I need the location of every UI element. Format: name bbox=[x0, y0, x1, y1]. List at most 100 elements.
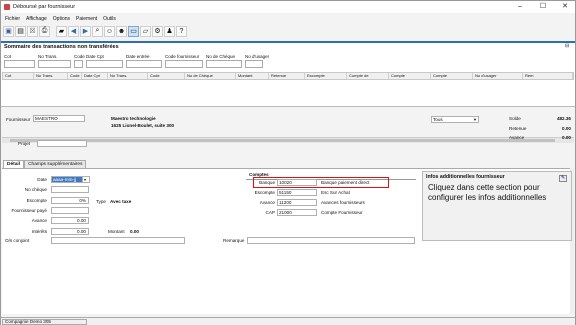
compte-cap-desc: Compte Fournisseur bbox=[321, 210, 363, 215]
col-no-usager[interactable]: No d'usager bbox=[473, 73, 523, 79]
detail-avance-input[interactable]: 0.00 bbox=[51, 217, 89, 224]
users-group-icon[interactable]: ♟ bbox=[164, 25, 175, 37]
os-conjoint-input[interactable] bbox=[51, 237, 185, 244]
maximize-button[interactable]: ☐ bbox=[534, 2, 552, 12]
filter-cot-input[interactable] bbox=[4, 60, 35, 68]
project-input[interactable] bbox=[37, 140, 87, 147]
col-retenue[interactable]: Retenue bbox=[269, 73, 305, 79]
forward-icon[interactable]: ▶ bbox=[80, 25, 91, 37]
solde-label: Solde bbox=[509, 116, 521, 121]
compte-escompte-label: Escompte bbox=[254, 190, 275, 195]
avance-label: Avance bbox=[509, 135, 525, 140]
escompte-label: Escompte bbox=[26, 198, 47, 203]
col-compte[interactable]: Compte bbox=[389, 73, 431, 79]
menu-options[interactable]: Options bbox=[49, 15, 72, 23]
chevron-down-icon: ▼ bbox=[473, 117, 477, 122]
settings-icon[interactable]: ⚙ bbox=[152, 25, 163, 37]
print-icon[interactable]: ⎙ bbox=[39, 25, 50, 37]
tab-champs-supplementaires[interactable]: Champs supplémentaires bbox=[24, 160, 87, 168]
filter-code-input[interactable] bbox=[74, 60, 83, 68]
menu-paiement[interactable]: Paiement bbox=[72, 15, 99, 23]
scroll-thumb[interactable] bbox=[10, 139, 555, 142]
filter-no-trans-input[interactable] bbox=[38, 60, 71, 68]
remarque-label: Remarque bbox=[223, 238, 245, 243]
col-cot[interactable]: Cot bbox=[3, 73, 34, 79]
col-code[interactable]: Code bbox=[68, 73, 82, 79]
filter-label-no-cheque: No de Chèque bbox=[206, 54, 236, 59]
menu-affichage[interactable]: Affichage bbox=[22, 15, 49, 23]
detail-avance-label: Avance bbox=[31, 218, 47, 223]
filter-label-code-fournisseur: Code fournisseur bbox=[165, 54, 200, 59]
col-escompte[interactable]: Escompte bbox=[305, 73, 347, 79]
delete-icon[interactable]: ☒ bbox=[27, 25, 38, 37]
filter-label-date-cpt: Date Cpt bbox=[86, 54, 104, 59]
back-icon[interactable]: ◀ bbox=[68, 25, 79, 37]
col-compte-2[interactable]: Compte bbox=[431, 73, 473, 79]
compte-avance-label: Avance bbox=[259, 200, 275, 205]
filter-date-entree-input[interactable] bbox=[126, 60, 162, 68]
floppy-icon[interactable]: ▣ bbox=[3, 25, 14, 37]
filter-date-cpt-input[interactable] bbox=[86, 60, 123, 68]
folder-icon[interactable]: ▭ bbox=[128, 25, 139, 37]
col-code-2[interactable]: Code bbox=[148, 73, 185, 79]
supplier-label: Fournisseur bbox=[6, 117, 31, 122]
app-icon bbox=[4, 4, 10, 10]
col-no-trans-2[interactable]: No Trans. bbox=[108, 73, 148, 79]
filter-label-cot: Cot bbox=[4, 54, 12, 59]
new-doc-icon[interactable]: ▤ bbox=[15, 25, 26, 37]
app-window: Déboursé par fournisseur – ☐ ✕ Fichier A… bbox=[0, 0, 576, 325]
escompte-input[interactable]: 0% bbox=[51, 197, 89, 204]
infos-title: Infos additionnelles fournisseur bbox=[426, 174, 505, 180]
fournisseur-paye-label: Fournisseur payé bbox=[11, 208, 48, 213]
calendar-icon[interactable]: ▾ bbox=[82, 176, 90, 183]
supplier-code-input[interactable]: MAESTRO bbox=[33, 115, 85, 122]
retenue-value: 0.00 bbox=[562, 126, 571, 131]
cheque-label: No chèque bbox=[24, 187, 47, 192]
compte-avance-input[interactable]: 11200 bbox=[277, 199, 317, 206]
tab-bar: Détail Champs supplémentaires bbox=[3, 160, 87, 168]
cheque-input[interactable] bbox=[51, 186, 89, 193]
briefcase-icon[interactable]: ▰ bbox=[56, 25, 67, 37]
help-icon[interactable]: ? bbox=[176, 25, 187, 37]
filter-no-usager-input[interactable] bbox=[245, 60, 263, 68]
interets-input[interactable]: 0.00 bbox=[51, 228, 89, 235]
col-rem[interactable]: Rem bbox=[523, 73, 573, 79]
compte-escompte-desc: Esc Sur Achat bbox=[321, 190, 350, 195]
filter-dropdown[interactable]: Tous ▼ bbox=[431, 116, 479, 123]
filter-no-cheque-input[interactable] bbox=[206, 60, 242, 68]
horizontal-scrollbar[interactable] bbox=[2, 137, 574, 143]
infos-additionnelles-panel[interactable]: Infos additionnelles fournisseur ✎ Cliqu… bbox=[422, 171, 572, 241]
tab-detail[interactable]: Détail bbox=[3, 160, 25, 168]
filter-label-no-usager: No d'usager bbox=[245, 54, 270, 59]
menu-fichier[interactable]: Fichier bbox=[1, 15, 22, 23]
user-icon[interactable]: ☺ bbox=[104, 25, 115, 37]
edit-icon[interactable]: ✎ bbox=[559, 175, 567, 182]
users-icon[interactable]: ☻ bbox=[116, 25, 127, 37]
avance-value: 0.00 bbox=[562, 135, 571, 140]
col-date-cpt[interactable]: Date Cpt bbox=[82, 73, 108, 79]
menu-outils[interactable]: Outils bbox=[99, 15, 118, 23]
col-no-trans[interactable]: No Trans. bbox=[34, 73, 68, 79]
filter-code-fournisseur-input[interactable] bbox=[165, 60, 203, 68]
compte-cap-input[interactable]: 21000 bbox=[277, 209, 317, 216]
filter-dropdown-value: Tous bbox=[433, 117, 443, 122]
minimize-button[interactable]: – bbox=[511, 2, 529, 12]
compte-escompte-input[interactable]: 51150 bbox=[277, 189, 317, 196]
remarque-input[interactable] bbox=[247, 237, 415, 244]
type-label: Type bbox=[96, 199, 106, 204]
status-bar: Compagnie Demo 305 bbox=[1, 317, 575, 325]
col-compte-de[interactable]: Compte de bbox=[347, 73, 389, 79]
interets-label: Intérêts bbox=[31, 229, 47, 234]
company-status: Compagnie Demo 305 bbox=[2, 319, 87, 325]
open-folder-icon[interactable]: ▱ bbox=[140, 25, 151, 37]
collapse-icon[interactable]: ⊟ bbox=[565, 43, 570, 49]
fournisseur-paye-input[interactable] bbox=[51, 207, 89, 214]
summary-panel: Sommaire des transactions non transférée… bbox=[1, 43, 575, 143]
search-icon[interactable]: ⌕ bbox=[92, 25, 103, 37]
menu-bar: Fichier Affichage Options Paiement Outil… bbox=[1, 15, 118, 23]
compte-cap-label: CAP bbox=[265, 210, 275, 215]
col-montant[interactable]: Montant bbox=[236, 73, 269, 79]
close-button[interactable]: ✕ bbox=[556, 2, 574, 12]
type-value: Avec taxe bbox=[110, 199, 132, 204]
col-no-cheque[interactable]: No de Chèque bbox=[185, 73, 236, 79]
